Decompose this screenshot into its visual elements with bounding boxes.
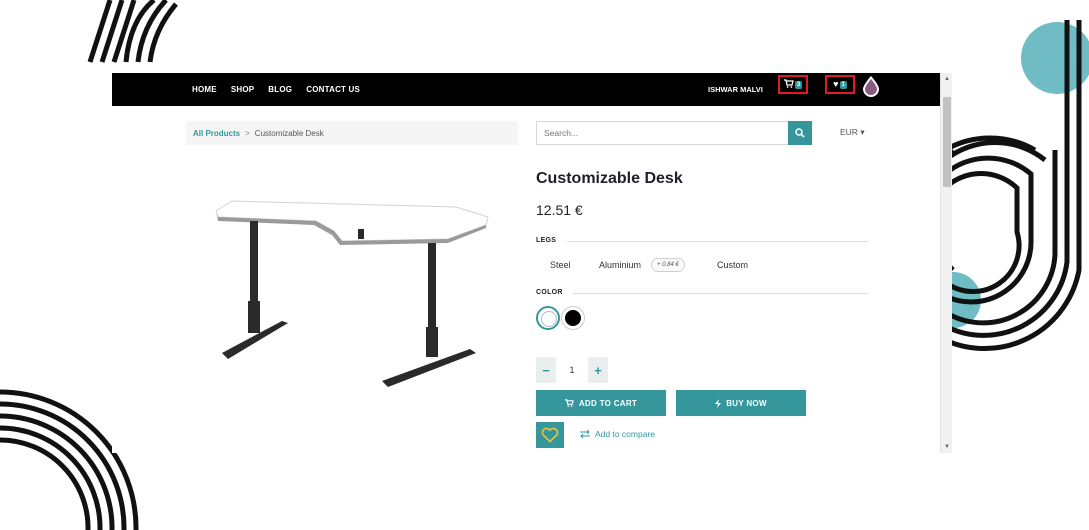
legs-label: LEGS — [536, 237, 557, 244]
wishlist-count-badge: 1 — [839, 80, 847, 89]
quantity-increase-button[interactable]: + — [588, 357, 608, 383]
wishlist-button[interactable]: ♥ 1 — [825, 75, 855, 94]
nav-contact-us[interactable]: CONTACT US — [306, 85, 360, 94]
exchange-icon — [580, 430, 590, 438]
product-title: Customizable Desk — [536, 170, 683, 187]
legs-divider — [567, 241, 868, 242]
color-label: COLOR — [536, 289, 563, 296]
cart-icon — [564, 399, 574, 407]
top-navbar: HOME SHOP BLOG CONTACT US ISHWAR MALVI 3… — [112, 73, 940, 106]
add-to-cart-label: ADD TO CART — [578, 398, 638, 408]
buy-now-button[interactable]: BUY NOW — [676, 390, 806, 416]
breadcrumb-all-products[interactable]: All Products — [193, 129, 240, 138]
product-image — [215, 200, 489, 387]
currency-dropdown[interactable]: EUR ▾ — [840, 127, 865, 138]
aluminium-extra-price-badge: + 0.84 € — [651, 258, 685, 272]
breadcrumb-separator: > — [245, 128, 250, 138]
color-swatch-white[interactable] — [536, 306, 560, 330]
scroll-down-arrow-icon[interactable]: ▼ — [943, 443, 951, 451]
quantity-input[interactable] — [556, 357, 588, 383]
search-bar — [536, 121, 812, 145]
lightning-icon — [715, 398, 722, 408]
heart-outline-icon — [541, 427, 559, 443]
cart-button[interactable]: 3 — [778, 75, 808, 94]
add-to-compare-label: Add to compare — [595, 429, 656, 439]
legs-option-custom[interactable]: Custom — [717, 260, 748, 270]
screenshot-canvas: HOME SHOP BLOG CONTACT US ISHWAR MALVI 3… — [0, 0, 1089, 530]
chevron-down-icon: ▾ — [860, 127, 865, 137]
search-button[interactable] — [788, 121, 812, 145]
add-to-wishlist-button[interactable] — [536, 422, 564, 448]
legs-option-steel[interactable]: Steel — [550, 260, 571, 270]
scroll-up-arrow-icon[interactable]: ▲ — [943, 75, 951, 83]
main-nav: HOME SHOP BLOG CONTACT US — [192, 73, 360, 106]
currency-label: EUR — [840, 127, 858, 137]
breadcrumb: All Products > Customizable Desk — [186, 121, 518, 145]
user-menu[interactable]: ISHWAR MALVI — [708, 85, 763, 94]
add-to-cart-button[interactable]: ADD TO CART — [536, 390, 666, 416]
buy-now-label: BUY NOW — [726, 398, 767, 408]
cart-icon — [783, 79, 794, 90]
product-page-window: HOME SHOP BLOG CONTACT US ISHWAR MALVI 3… — [112, 73, 952, 453]
search-icon — [795, 128, 805, 138]
add-to-compare-link[interactable]: Add to compare — [580, 429, 655, 439]
color-swatch-black[interactable] — [561, 306, 585, 330]
product-price: 12.51 € — [536, 202, 583, 218]
decorative-arcs-right — [945, 20, 1089, 352]
cart-count-badge: 3 — [794, 80, 803, 89]
heart-icon: ♥ — [833, 79, 839, 89]
drop-logo-icon — [863, 76, 879, 97]
nav-blog[interactable]: BLOG — [268, 85, 292, 94]
quantity-decrease-button[interactable]: − — [536, 357, 556, 383]
search-input[interactable] — [536, 121, 788, 145]
breadcrumb-current: Customizable Desk — [254, 128, 324, 138]
nav-home[interactable]: HOME — [192, 85, 217, 94]
scroll-thumb[interactable] — [943, 97, 951, 187]
decorative-stripes-top-left — [87, 0, 178, 63]
vertical-scrollbar[interactable]: ▲ ▼ — [940, 73, 952, 453]
quantity-stepper: − + — [536, 357, 608, 383]
nav-shop[interactable]: SHOP — [231, 85, 254, 94]
legs-option-aluminium[interactable]: Aluminium — [599, 260, 641, 270]
color-divider — [573, 293, 868, 294]
